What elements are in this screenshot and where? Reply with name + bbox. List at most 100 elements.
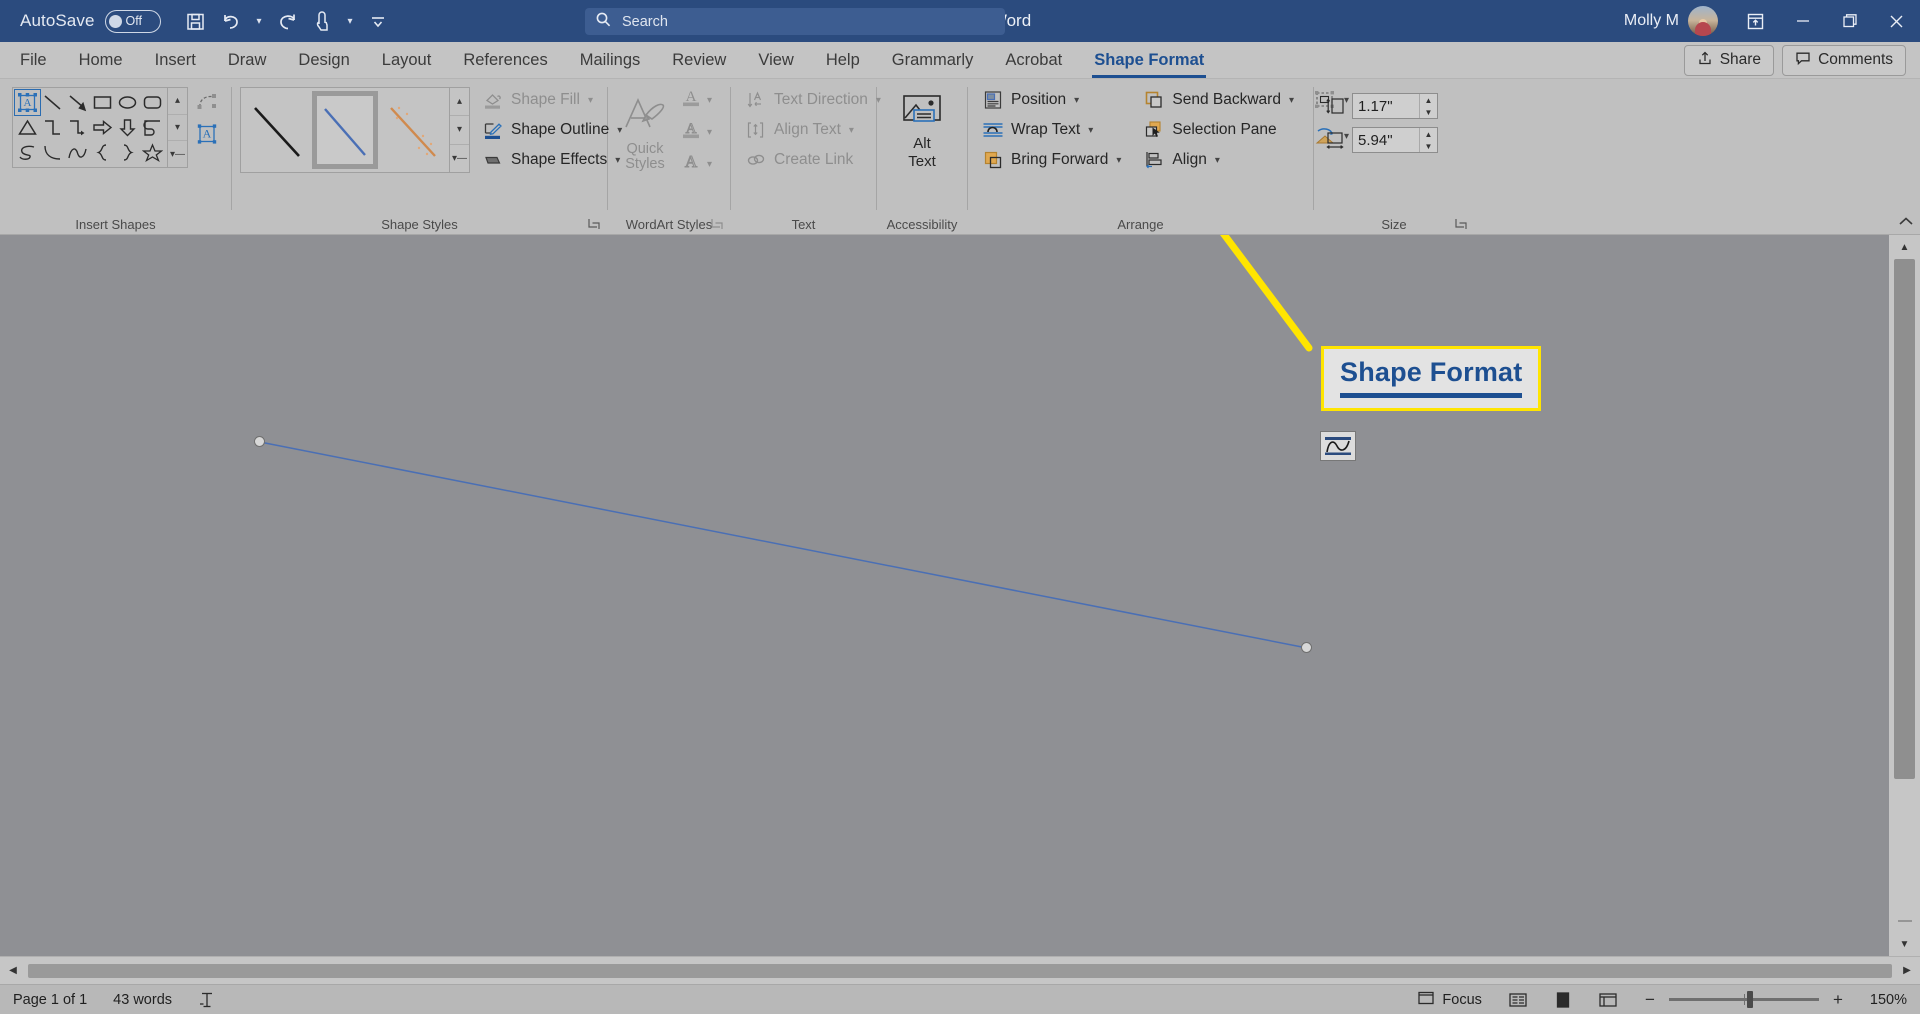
focus-button[interactable]: Focus [1404,985,1495,1014]
tab-file[interactable]: File [0,42,63,78]
shape-width-stepper[interactable]: ▲ ▼ [1352,127,1438,153]
shape-rectangle[interactable] [90,90,115,115]
tab-shape-format[interactable]: Shape Format [1078,42,1220,78]
shape-flowchart[interactable] [140,115,165,140]
user-account[interactable]: Molly M [1624,6,1718,36]
shape-down-arrow[interactable] [115,115,140,140]
alt-text-button[interactable]: Alt Text [891,87,953,171]
vertical-scrollbar[interactable]: ▲ ▼ [1889,235,1920,956]
chevron-down-icon[interactable]: ▾ [1215,155,1220,166]
shape-style-blue-line[interactable] [312,91,378,169]
touch-mode-icon[interactable] [306,5,340,37]
zoom-slider[interactable]: − + [1631,990,1857,1010]
word-count[interactable]: 43 words [100,985,185,1014]
scroll-up-icon[interactable]: ▲ [1889,235,1920,259]
shapes-gallery-scroll-down-icon[interactable]: ▾ [168,115,187,142]
avatar[interactable] [1688,6,1718,36]
shape-line[interactable] [40,90,65,115]
chevron-down-icon[interactable]: ▾ [707,159,712,170]
align-objects-button[interactable]: Align ▾ [1139,147,1298,173]
minimize-icon[interactable] [1779,0,1826,42]
chevron-down-icon[interactable]: ▾ [1116,155,1121,166]
shape-right-arrow[interactable] [90,115,115,140]
shape-height-stepper[interactable]: ▲ ▼ [1352,93,1438,119]
chevron-down-icon[interactable]: ▾ [849,125,854,136]
text-direction-button[interactable]: Text Direction ▾ [741,87,885,113]
horizontal-scrollbar[interactable]: ◀ ▶ [0,956,1920,984]
horizontal-scroll-thumb[interactable] [28,963,1892,978]
tab-review[interactable]: Review [656,42,742,78]
zoom-track[interactable] [1668,991,1819,1008]
spin-down-icon[interactable]: ▼ [1420,106,1437,118]
scroll-down-icon[interactable]: ▼ [1889,932,1920,956]
shape-outline-button[interactable]: Shape Outline ▾ [478,117,626,143]
shape-elbow-connector[interactable] [40,115,65,140]
autosave-control[interactable]: AutoSave Off [20,9,161,33]
shapes-gallery-scroll-up-icon[interactable]: ▴ [168,88,187,115]
shape-canvas[interactable]: Shape Format [45,235,1889,956]
shape-width-spin-arrows[interactable]: ▲ ▼ [1419,128,1437,152]
wordart-styles-dialog-launcher[interactable] [711,218,725,232]
wordart-quick-styles-button[interactable]: Quick Styles [614,87,676,173]
ribbon-display-options-icon[interactable] [1732,0,1779,42]
tab-grammarly[interactable]: Grammarly [876,42,990,78]
chevron-down-icon[interactable]: ▾ [1074,95,1079,106]
text-fill-button[interactable]: A ▾ [680,87,712,114]
autosave-toggle[interactable]: Off [104,9,161,33]
search-box[interactable]: Search [585,8,1005,35]
size-dialog-launcher[interactable] [1455,218,1469,232]
text-outline-button[interactable]: A ▾ [680,119,712,146]
web-layout-button[interactable] [1585,985,1631,1014]
zoom-thumb[interactable] [1746,991,1753,1008]
shape-elbow-arrow-connector[interactable] [65,115,90,140]
zoom-in-button[interactable]: + [1827,990,1849,1010]
redo-icon[interactable] [270,5,304,37]
spin-up-icon[interactable]: ▲ [1420,94,1437,106]
shape-arc[interactable] [65,140,90,165]
shape-star[interactable] [140,140,165,165]
undo-dropdown-caret-icon[interactable]: ▾ [251,5,268,37]
shape-oval[interactable] [115,90,140,115]
shape-width-input[interactable] [1353,128,1419,152]
shape-styles-dialog-launcher[interactable] [588,218,602,232]
tab-design[interactable]: Design [282,42,365,78]
selection-pane-button[interactable]: Selection Pane [1139,117,1298,143]
wrap-text-button[interactable]: Wrap Text ▾ [978,117,1125,143]
tab-mailings[interactable]: Mailings [564,42,657,78]
chevron-down-icon[interactable]: ▾ [1289,95,1294,106]
shape-triangle[interactable] [15,115,40,140]
chevron-down-icon[interactable]: ▾ [707,127,712,138]
tab-acrobat[interactable]: Acrobat [989,42,1078,78]
connector-line-shape[interactable] [45,235,1889,970]
arc-shape-thumbnail[interactable] [1320,431,1356,461]
vertical-scroll-thumb[interactable] [1894,259,1915,779]
chevron-down-icon[interactable]: ▾ [707,95,712,106]
shape-styles-gallery[interactable]: ▴ ▾ ▾— [240,87,470,173]
comments-button[interactable]: Comments [1782,44,1906,76]
shape-rounded-rectangle[interactable] [140,90,165,115]
shape-height-spin-arrows[interactable]: ▲ ▼ [1419,94,1437,118]
shape-right-brace[interactable] [115,140,140,165]
bring-forward-button[interactable]: Bring Forward ▾ [978,147,1125,173]
scroll-left-icon[interactable]: ◀ [0,957,26,985]
shape-style-orange-line[interactable] [380,91,446,169]
shape-handle-end[interactable] [1301,642,1312,653]
share-button[interactable]: Share [1683,44,1775,76]
scroll-right-icon[interactable]: ▶ [1894,957,1920,985]
tab-layout[interactable]: Layout [366,42,448,78]
touch-mode-dropdown-caret-icon[interactable]: ▾ [342,5,359,37]
tab-draw[interactable]: Draw [212,42,283,78]
document-page[interactable]: Shape Format [45,235,1889,956]
send-backward-button[interactable]: Send Backward ▾ [1139,87,1298,113]
tab-help[interactable]: Help [810,42,876,78]
zoom-out-button[interactable]: − [1639,990,1661,1010]
tab-references[interactable]: References [447,42,563,78]
chevron-down-icon[interactable]: ▾ [1088,125,1093,136]
shape-style-black-line[interactable] [244,91,310,169]
shape-height-input[interactable] [1353,94,1419,118]
spin-up-icon[interactable]: ▲ [1420,128,1437,140]
shape-styles-more-icon[interactable]: ▾— [450,145,469,172]
spin-down-icon[interactable]: ▼ [1420,140,1437,152]
read-mode-button[interactable] [1495,985,1541,1014]
close-icon[interactable] [1873,0,1920,42]
